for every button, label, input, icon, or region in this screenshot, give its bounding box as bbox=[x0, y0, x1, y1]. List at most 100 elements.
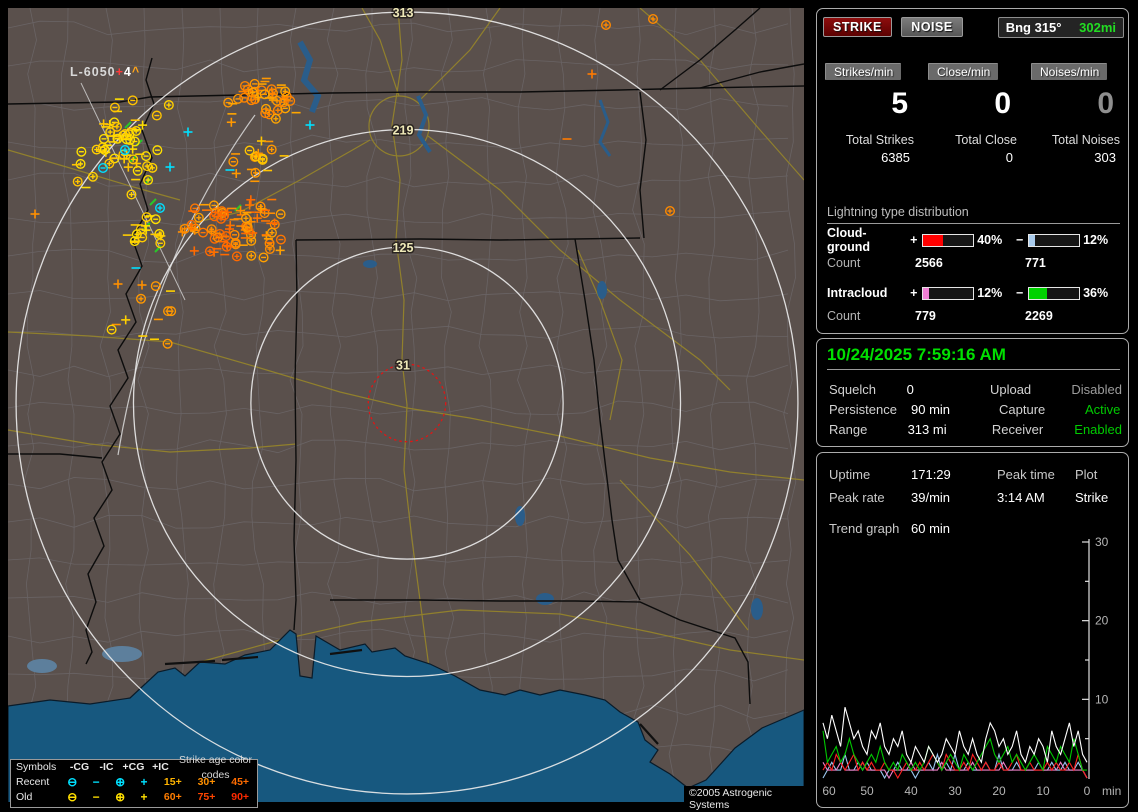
map-canvas[interactable]: 313 219 125 31 L-6050+4^ bbox=[0, 0, 812, 812]
svg-text:219: 219 bbox=[393, 123, 414, 137]
strike-button[interactable]: STRIKE bbox=[823, 17, 892, 37]
legend-old-row: Old ⊖ − ⊕ + 60+ 75+ 90+ bbox=[11, 790, 257, 805]
map-legend: Symbols -CG -IC +CG +IC Strike age color… bbox=[10, 759, 258, 808]
minus-icon: − bbox=[84, 790, 108, 805]
datetime-display: 10/24/2025 7:59:16 AM bbox=[827, 345, 1120, 370]
svg-text:50: 50 bbox=[860, 784, 874, 798]
intracloud-row: Intracloud + 12% − 36% bbox=[827, 286, 1120, 300]
stats-grid: Uptime 171:29 Peak time Plot Peak rate 3… bbox=[829, 463, 1122, 540]
total-noises-label: Total Noises bbox=[1027, 133, 1124, 147]
trend-chart: 1020306050403020100min bbox=[819, 537, 1129, 803]
close-per-min-value: 0 bbox=[924, 87, 1021, 125]
bearing-label: Bng 315° bbox=[1006, 20, 1062, 35]
total-strikes-value: 6385 bbox=[821, 150, 918, 165]
ic-minus-bar bbox=[1028, 287, 1080, 300]
legend-symbols-header: Symbols bbox=[11, 760, 66, 775]
receiver-label: Receiver bbox=[992, 422, 1074, 437]
cloud-ground-count-row: Count 2566 771 bbox=[827, 256, 1120, 270]
status-row: Range 313 mi Receiver Enabled bbox=[829, 419, 1122, 439]
cloud-ground-row: Cloud-ground + 40% − 12% bbox=[827, 233, 1120, 247]
peak-rate-label: Peak rate bbox=[829, 490, 911, 505]
status-rows: Squelch 0 Upload Disabled Persistence 90… bbox=[829, 379, 1122, 439]
total-close-value: 0 bbox=[924, 150, 1021, 165]
svg-text:20: 20 bbox=[1095, 614, 1109, 628]
legend-age-60: 60+ bbox=[156, 790, 190, 805]
trend-graph-label: Trend graph bbox=[829, 521, 911, 536]
copyright-text: ©2005 Astrogenic Systems bbox=[684, 786, 812, 812]
svg-text:40: 40 bbox=[904, 784, 918, 798]
distribution-title: Lightning type distribution bbox=[827, 205, 1120, 224]
button-row: STRIKE NOISE Bng 315° 302mi bbox=[823, 17, 1124, 39]
intracloud-count-row: Count 779 2269 bbox=[827, 309, 1120, 323]
upload-label: Upload bbox=[990, 382, 1071, 397]
svg-text:min: min bbox=[1102, 784, 1121, 798]
cg-minus-pct: 12% bbox=[1083, 233, 1120, 247]
minus-sign: − bbox=[1014, 233, 1025, 247]
peak-time-label: Peak time bbox=[997, 467, 1075, 482]
count-label: Count bbox=[827, 309, 915, 323]
svg-text:31: 31 bbox=[396, 358, 410, 372]
circle-plus-icon: ⊕ bbox=[108, 790, 132, 805]
legend-age-30: 30+ bbox=[190, 775, 224, 790]
legend-age-75: 75+ bbox=[190, 790, 224, 805]
capture-label: Capture bbox=[999, 402, 1085, 417]
noise-button[interactable]: NOISE bbox=[901, 17, 962, 37]
noises-per-min-badge: Noises/min bbox=[1031, 63, 1107, 80]
legend-age-15: 15+ bbox=[156, 775, 190, 790]
receiver-value: Enabled bbox=[1074, 422, 1122, 437]
legend-header-row: Symbols -CG -IC +CG +IC Strike age color… bbox=[11, 760, 257, 775]
total-noises-value: 303 bbox=[1027, 150, 1124, 165]
circle-plus-icon: ⊕ bbox=[108, 775, 132, 790]
svg-text:10: 10 bbox=[1036, 784, 1050, 798]
plus-sign: + bbox=[908, 233, 919, 247]
legend-old-label: Old bbox=[11, 790, 60, 805]
map-panel: 313 219 125 31 L-6050+4^ Symbols -CG -IC +CG… bbox=[0, 0, 812, 812]
capture-value: Active bbox=[1085, 402, 1120, 417]
strikes-counter-column: Strikes/min 5 Total Strikes 6385 bbox=[821, 63, 918, 165]
persistence-label: Persistence bbox=[829, 402, 911, 417]
trend-box: Uptime 171:29 Peak time Plot Peak rate 3… bbox=[816, 452, 1129, 808]
status-row: Persistence 90 min Capture Active bbox=[829, 399, 1122, 419]
plus-sign: + bbox=[908, 286, 919, 300]
strikes-per-min-badge: Strikes/min bbox=[825, 63, 901, 80]
persistence-value: 90 min bbox=[911, 402, 999, 417]
cg-plus-bar bbox=[922, 234, 974, 247]
svg-text:L-6050+4^: L-6050+4^ bbox=[70, 65, 140, 79]
stats-row-2: Peak rate 39/min 3:14 AM Strike bbox=[829, 486, 1122, 509]
cg-plus-count: 2566 bbox=[915, 256, 1025, 270]
strikes-per-min-value: 5 bbox=[821, 87, 918, 125]
circle-minus-icon: ⊖ bbox=[60, 790, 84, 805]
svg-text:30: 30 bbox=[1095, 537, 1109, 549]
noises-counter-column: Noises/min 0 Total Noises 303 bbox=[1027, 63, 1124, 165]
cg-minus-bar bbox=[1028, 234, 1080, 247]
lightning-distribution: Lightning type distribution Cloud-ground… bbox=[827, 205, 1120, 323]
bearing-distance: 302mi bbox=[1079, 20, 1116, 35]
trend-graph-value: 60 min bbox=[911, 521, 997, 536]
total-strikes-label: Total Strikes bbox=[821, 133, 918, 147]
ic-plus-count: 779 bbox=[915, 309, 1025, 323]
squelch-label: Squelch bbox=[829, 382, 907, 397]
svg-text:30: 30 bbox=[948, 784, 962, 798]
ic-plus-pct: 12% bbox=[977, 286, 1014, 300]
upload-value: Disabled bbox=[1071, 382, 1122, 397]
svg-text:10: 10 bbox=[1095, 692, 1109, 706]
legend-recent-label: Recent bbox=[11, 775, 60, 790]
legend-col-neg-cg: -CG bbox=[66, 760, 93, 775]
legend-col-pos-ic: +IC bbox=[147, 760, 174, 775]
status-row: Squelch 0 Upload Disabled bbox=[829, 379, 1122, 399]
squelch-value: 0 bbox=[907, 382, 990, 397]
svg-text:60: 60 bbox=[822, 784, 836, 798]
bearing-display[interactable]: Bng 315° 302mi bbox=[998, 17, 1124, 38]
strike-counters-box: STRIKE NOISE Bng 315° 302mi Strikes/min … bbox=[816, 8, 1129, 334]
count-label: Count bbox=[827, 256, 915, 270]
ic-minus-pct: 36% bbox=[1083, 286, 1120, 300]
circle-minus-icon: ⊖ bbox=[60, 775, 84, 790]
legend-col-pos-cg: +CG bbox=[120, 760, 147, 775]
uptime-value: 171:29 bbox=[911, 467, 997, 482]
rate-counters: Strikes/min 5 Total Strikes 6385 Close/m… bbox=[821, 63, 1124, 165]
svg-text:125: 125 bbox=[393, 241, 414, 255]
svg-text:313: 313 bbox=[393, 6, 414, 20]
minus-icon: − bbox=[84, 775, 108, 790]
nexstorm-window: { "map": { "bg_color": "#5a504c", "water… bbox=[0, 0, 1138, 812]
svg-text:20: 20 bbox=[992, 784, 1006, 798]
